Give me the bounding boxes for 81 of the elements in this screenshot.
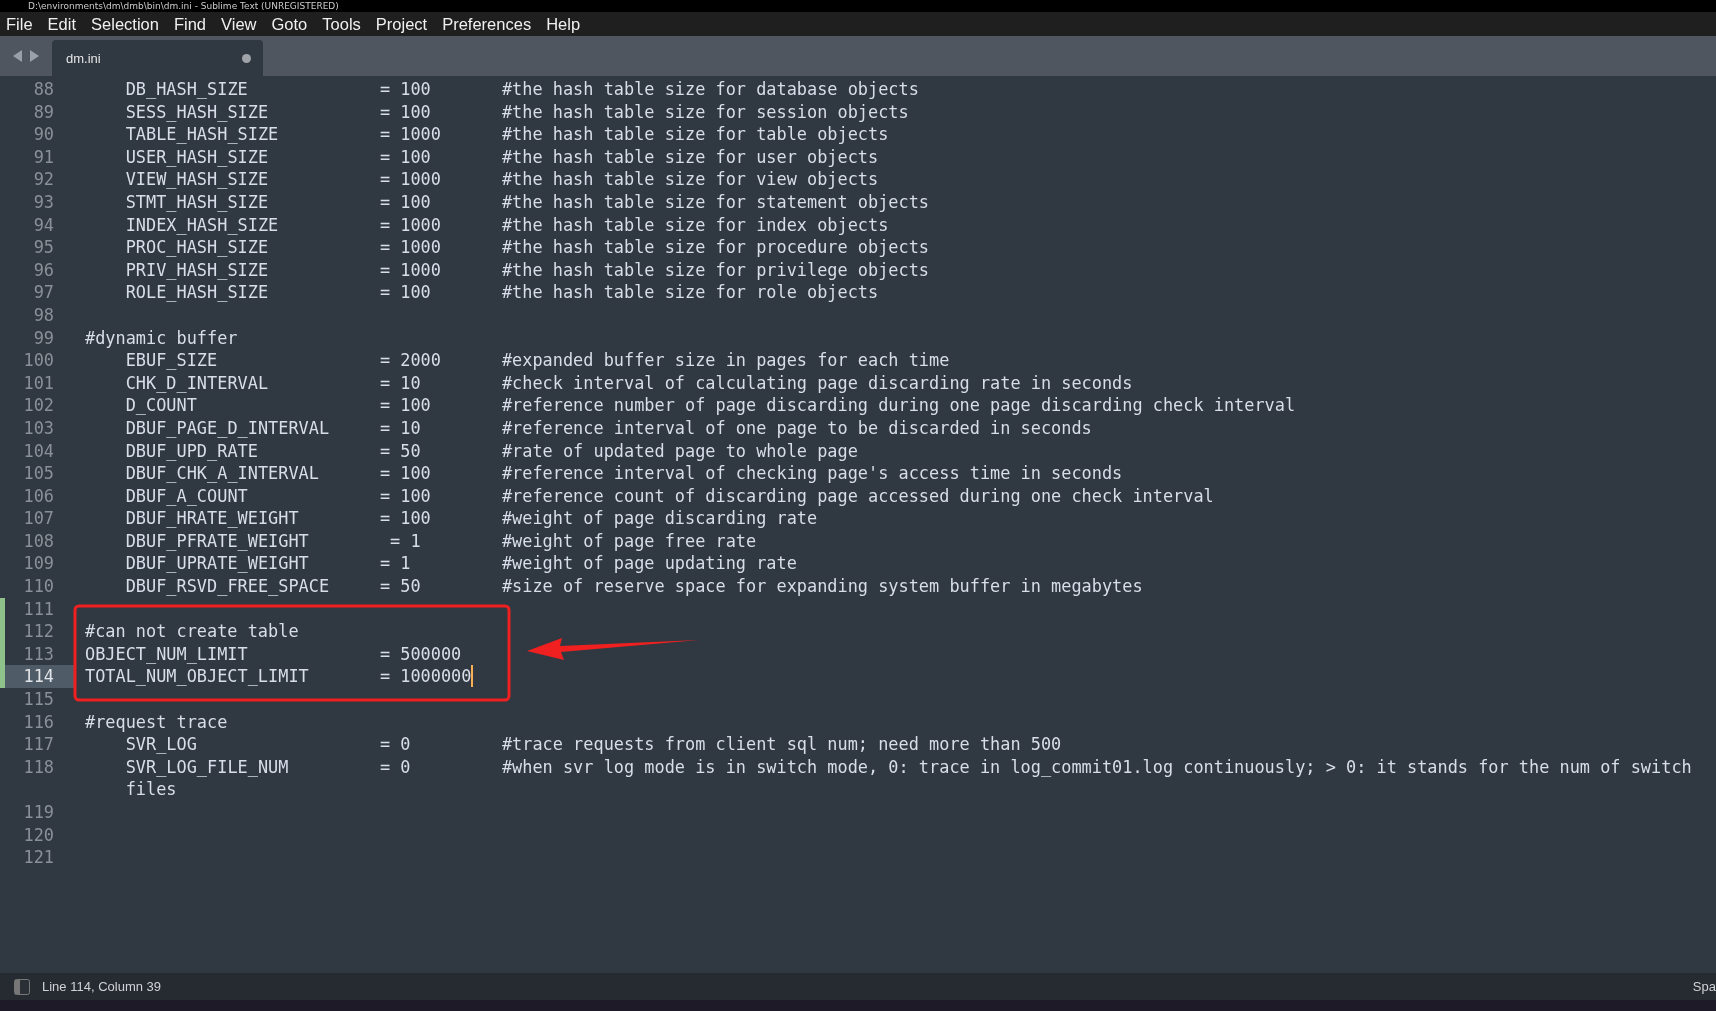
code-line: DBUF_CHK_A_INTERVAL = 100 #reference interval of checking page's access time in seconds xyxy=(124,462,1123,485)
code-line: #dynamic buffer xyxy=(85,326,238,350)
line-number: 112 xyxy=(23,620,55,643)
code-line: STMT_HASH_SIZE = 100 #the hash table size for statement objects xyxy=(124,190,930,214)
menu-item[interactable]: Edit xyxy=(47,14,77,34)
right-arrow-icon[interactable] xyxy=(29,50,39,62)
code-line: SESS_HASH_SIZE = 100 #the hash table size for session objects xyxy=(124,100,909,124)
line-number: 96 xyxy=(33,258,55,282)
line-number: 120 xyxy=(23,823,55,847)
line-number: 95 xyxy=(33,236,55,259)
text-cursor xyxy=(471,665,474,688)
code-line: INDEX_HASH_SIZE = 1000 #the hash table size for index objects xyxy=(124,213,889,237)
line-number: 106 xyxy=(23,484,55,508)
line-number: 109 xyxy=(23,552,55,576)
window-title: D:\environments\dm\dmb\bin\dm.ini - Sublime Text (UNREGISTERED) xyxy=(28,0,339,12)
line-number: 98 xyxy=(33,303,55,327)
code-line: OBJECT_NUM_LIMIT = 500000 xyxy=(85,642,462,666)
menu-item[interactable]: Selection xyxy=(91,14,159,34)
line-number: 117 xyxy=(23,733,55,756)
line-number: 92 xyxy=(33,168,55,191)
menu-item[interactable]: Project xyxy=(375,14,428,34)
line-number: 108 xyxy=(23,529,55,553)
line-number: 107 xyxy=(23,507,55,530)
line-number: 97 xyxy=(33,281,55,304)
line-number: 115 xyxy=(23,688,55,711)
file-tab[interactable]: dm.ini xyxy=(52,40,263,76)
code-line: VIEW_HASH_SIZE = 1000 #the hash table size for view objects xyxy=(124,168,879,191)
menu-item[interactable]: File xyxy=(6,14,33,34)
code-line: #request trace xyxy=(85,710,228,734)
line-number: 93 xyxy=(33,190,55,214)
code-line: TOTAL_NUM_OBJECT_LIMIT = 1000000 xyxy=(85,665,472,689)
code-line: ROLE_HASH_SIZE = 100 #the hash table size for role objects xyxy=(124,281,879,304)
line-number: 99 xyxy=(33,326,55,350)
menu-item[interactable]: Goto xyxy=(271,14,308,34)
line-number: 104 xyxy=(23,439,55,463)
line-number: 119 xyxy=(23,801,55,824)
code-line: TABLE_HASH_SIZE = 1000 #the hash table size for table objects xyxy=(124,123,889,146)
line-number: 89 xyxy=(33,100,55,124)
code-line: DBUF_UPRATE_WEIGHT = 1 #weight of page updating rate xyxy=(124,552,797,576)
line-number: 116 xyxy=(23,710,55,734)
line-number: 101 xyxy=(23,371,55,395)
menu-item[interactable]: Help xyxy=(546,14,581,34)
line-number: 88 xyxy=(33,78,55,101)
line-number: 102 xyxy=(23,394,55,417)
code-line: DBUF_UPD_RATE = 50 #rate of updated page to whole page xyxy=(124,439,858,463)
line-number: 91 xyxy=(33,145,55,169)
code-line: PROC_HASH_SIZE = 1000 #the hash table size for procedure objects xyxy=(124,236,930,259)
left-arrow-icon[interactable] xyxy=(13,50,23,62)
line-number: 121 xyxy=(23,846,55,869)
unsaved-dot-icon[interactable] xyxy=(242,53,251,63)
code-line: DBUF_PFRATE_WEIGHT = 1 #weight of page free rate xyxy=(124,529,757,553)
code-line: SVR_LOG_FILE_NUM = 0 #when svr log mode is in switch mode, 0: trace in log_commit01.log continuously; > 0: it stands for the num of switch files xyxy=(124,755,1693,801)
code-line: DBUF_PAGE_D_INTERVAL = 10 #reference interval of one page to be discarded in seconds xyxy=(124,416,1092,440)
code-line: EBUF_SIZE = 2000 #expanded buffer size in pages for each time xyxy=(124,349,950,372)
cursor-position[interactable]: Line 114, Column 39 xyxy=(42,979,161,994)
line-number: 105 xyxy=(23,462,55,485)
indentation-setting[interactable]: Spa xyxy=(1692,979,1716,994)
line-number: 113 xyxy=(23,642,55,666)
code-line: D_COUNT = 100 #reference number of page discarding during one page discarding check interval xyxy=(124,394,1296,417)
line-number: 111 xyxy=(23,597,55,621)
code-line: USER_HASH_SIZE = 100 #the hash table size for user objects xyxy=(124,145,879,169)
code-line: SVR_LOG = 0 #trace requests from client sql num; need more than 500 xyxy=(124,733,1062,756)
menu-item[interactable]: Tools xyxy=(322,14,361,34)
code-line: CHK_D_INTERVAL = 10 #check interval of calculating page discarding rate in seconds xyxy=(124,371,1133,395)
code-line: DB_HASH_SIZE = 100 #the hash table size for database objects xyxy=(124,78,919,101)
code-line: PRIV_HASH_SIZE = 1000 #the hash table size for privilege objects xyxy=(124,258,930,282)
line-number: 100 xyxy=(23,349,55,372)
line-number: 114 xyxy=(23,665,55,689)
menu-item[interactable]: Preferences xyxy=(442,14,532,34)
line-number: 110 xyxy=(23,575,55,598)
line-number: 118 xyxy=(23,755,55,779)
menu-item[interactable]: View xyxy=(221,14,257,34)
code-line: DBUF_HRATE_WEIGHT = 100 #weight of page discarding rate xyxy=(124,507,818,530)
line-number: 103 xyxy=(23,416,55,440)
code-line: #can not create table xyxy=(85,620,299,643)
menu-item[interactable]: Find xyxy=(173,14,207,34)
code-line: DBUF_A_COUNT = 100 #reference count of discarding page accessed during one check interval xyxy=(124,484,1214,508)
line-number: 90 xyxy=(33,123,55,146)
sidebar-toggle-icon[interactable] xyxy=(14,978,30,995)
line-number: 94 xyxy=(33,213,55,237)
code-line: DBUF_RSVD_FREE_SPACE = 50 #size of reserve space for expanding system buffer in megabytes xyxy=(124,575,1143,598)
